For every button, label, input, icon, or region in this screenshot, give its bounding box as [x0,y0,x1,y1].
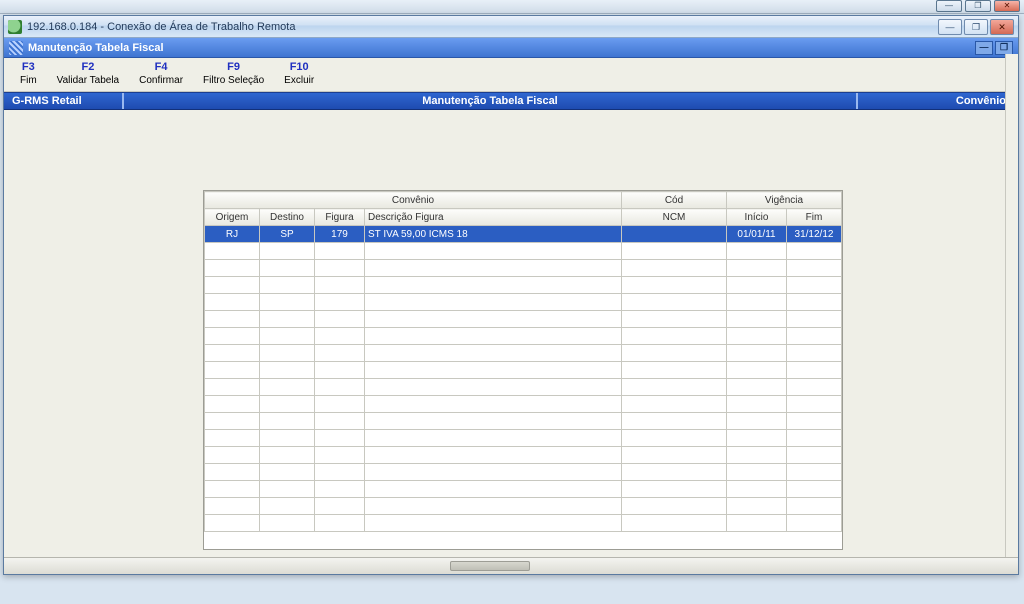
table-row[interactable] [205,362,842,379]
right-scroll-gutter [1005,54,1018,557]
os-minimize-button[interactable]: — [936,0,962,12]
rdp-close-button[interactable]: ✕ [990,19,1014,35]
grid-container: Convênio Cód Vigência Origem Destino Fig… [203,190,843,550]
col-descricao[interactable]: Descrição Figura [365,209,622,226]
fkey-f9[interactable]: F9 Filtro Seleção [193,61,274,91]
group-header-cod: Cód [622,192,727,209]
workspace: Convênio Cód Vigência Origem Destino Fig… [8,110,1014,550]
section-right: Convênio [858,93,1018,109]
grid-body: RJ SP 179 ST IVA 59,00 ICMS 18 01/01/11 … [205,226,842,532]
cell-inicio[interactable]: 01/01/11 [727,226,787,243]
table-row[interactable] [205,311,842,328]
rdp-title: 192.168.0.184 - Conexão de Área de Traba… [27,21,295,33]
group-header-vigencia: Vigência [727,192,842,209]
rdp-minimize-button[interactable]: — [938,19,962,35]
rdp-titlebar[interactable]: 192.168.0.184 - Conexão de Área de Traba… [4,16,1018,38]
table-row[interactable] [205,413,842,430]
col-ncm[interactable]: NCM [622,209,727,226]
fkey-label: Validar Tabela [57,75,119,86]
col-destino[interactable]: Destino [260,209,315,226]
fkey-f4[interactable]: F4 Confirmar [129,61,193,91]
os-maximize-button[interactable]: ❐ [965,0,991,12]
cell-ncm[interactable] [622,226,727,243]
table-row[interactable] [205,277,842,294]
rdp-maximize-button[interactable]: ❐ [964,19,988,35]
group-header-convenio: Convênio [205,192,622,209]
fkey-key: F4 [155,61,168,73]
fkey-label: Confirmar [139,75,183,86]
fkey-f10[interactable]: F10 Excluir [274,61,324,91]
cell-descricao[interactable]: ST IVA 59,00 ICMS 18 [365,226,622,243]
horizontal-scrollbar[interactable] [4,557,1018,574]
col-origem[interactable]: Origem [205,209,260,226]
table-row[interactable]: RJ SP 179 ST IVA 59,00 ICMS 18 01/01/11 … [205,226,842,243]
fkey-key: F3 [22,61,35,73]
fkey-label: Excluir [284,75,314,86]
cell-figura[interactable]: 179 [315,226,365,243]
app-restore-button[interactable]: ❐ [995,41,1013,55]
cell-origem[interactable]: RJ [205,226,260,243]
os-top-chrome: — ❐ ✕ [0,0,1024,14]
table-row[interactable] [205,260,842,277]
table-row[interactable] [205,396,842,413]
col-figura[interactable]: Figura [315,209,365,226]
app-titlebar[interactable]: Manutenção Tabela Fiscal — ❐ [4,38,1018,58]
table-row[interactable] [205,345,842,362]
col-fim[interactable]: Fim [787,209,842,226]
cell-fim[interactable]: 31/12/12 [787,226,842,243]
cell-destino[interactable]: SP [260,226,315,243]
col-inicio[interactable]: Início [727,209,787,226]
scrollbar-thumb[interactable] [450,561,530,571]
table-row[interactable] [205,243,842,260]
fkey-toolbar: F3 Fim F2 Validar Tabela F4 Confirmar F9… [4,58,1018,92]
fkey-label: Filtro Seleção [203,75,264,86]
app-icon [9,41,23,55]
fkey-label: Fim [20,75,37,86]
table-row[interactable] [205,515,842,532]
fkey-key: F2 [81,61,94,73]
table-row[interactable] [205,464,842,481]
data-grid[interactable]: Convênio Cód Vigência Origem Destino Fig… [204,191,842,532]
table-row[interactable] [205,328,842,345]
section-mid: Manutenção Tabela Fiscal [124,93,858,109]
table-row[interactable] [205,294,842,311]
table-row[interactable] [205,379,842,396]
table-row[interactable] [205,481,842,498]
table-row[interactable] [205,498,842,515]
fkey-f3[interactable]: F3 Fim [10,61,47,91]
table-row[interactable] [205,430,842,447]
os-close-button[interactable]: ✕ [994,0,1020,12]
fkey-f2[interactable]: F2 Validar Tabela [47,61,129,91]
section-bar: G-RMS Retail Manutenção Tabela Fiscal Co… [4,92,1018,110]
table-row[interactable] [205,447,842,464]
app-minimize-button[interactable]: — [975,41,993,55]
rdp-icon [8,20,22,34]
section-left: G-RMS Retail [4,93,124,109]
rdp-window: 192.168.0.184 - Conexão de Área de Traba… [3,15,1019,575]
fkey-key: F10 [290,61,309,73]
fkey-key: F9 [227,61,240,73]
app-title: Manutenção Tabela Fiscal [28,42,164,54]
